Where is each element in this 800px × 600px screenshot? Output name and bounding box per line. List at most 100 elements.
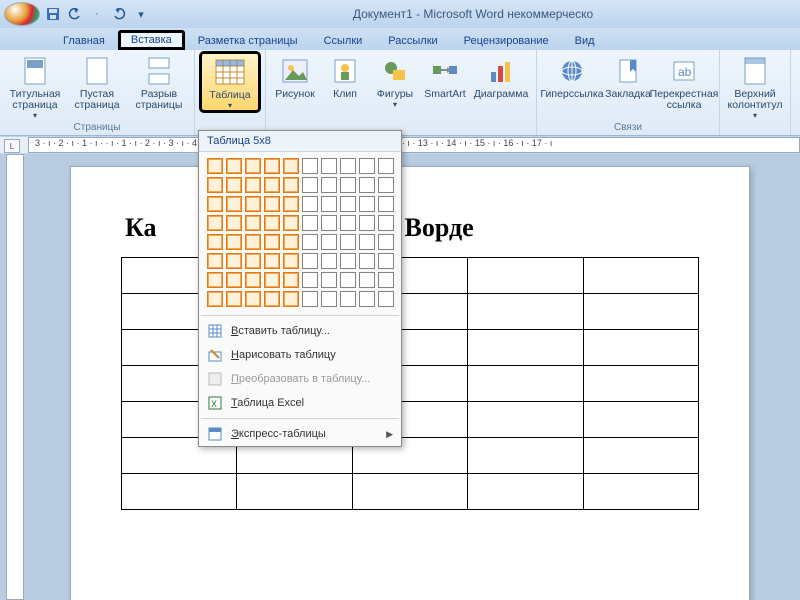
grid-picker-cell[interactable]: [245, 272, 261, 288]
qat-customize-icon[interactable]: ▾: [132, 5, 150, 23]
draw-table-item[interactable]: Нарисовать таблицу: [199, 343, 401, 367]
grid-picker-cell[interactable]: [378, 234, 394, 250]
table-cell[interactable]: [583, 330, 698, 366]
grid-picker-cell[interactable]: [207, 291, 223, 307]
grid-picker-cell[interactable]: [302, 215, 318, 231]
table-cell[interactable]: [583, 474, 698, 510]
vertical-ruler[interactable]: [6, 154, 24, 600]
grid-picker-cell[interactable]: [226, 291, 242, 307]
grid-picker-cell[interactable]: [359, 291, 375, 307]
grid-picker-cell[interactable]: [340, 196, 356, 212]
table-cell[interactable]: [583, 366, 698, 402]
picture-button[interactable]: Рисунок: [272, 53, 318, 109]
grid-picker-cell[interactable]: [245, 158, 261, 174]
grid-picker-cell[interactable]: [264, 158, 280, 174]
grid-picker-cell[interactable]: [283, 291, 299, 307]
grid-picker-cell[interactable]: [245, 215, 261, 231]
grid-picker-cell[interactable]: [378, 215, 394, 231]
grid-picker-cell[interactable]: [283, 215, 299, 231]
grid-picker-cell[interactable]: [226, 253, 242, 269]
grid-picker-cell[interactable]: [207, 272, 223, 288]
grid-picker-cell[interactable]: [302, 272, 318, 288]
table-cell[interactable]: [583, 294, 698, 330]
table-cell[interactable]: [468, 258, 583, 294]
table-cell[interactable]: [352, 474, 467, 510]
chart-button[interactable]: Диаграмма: [472, 53, 530, 109]
tab-review[interactable]: Рецензирование: [451, 31, 562, 50]
grid-picker-cell[interactable]: [264, 253, 280, 269]
grid-picker-cell[interactable]: [283, 234, 299, 250]
tab-home[interactable]: Главная: [50, 31, 118, 50]
tab-references[interactable]: Ссылки: [311, 31, 376, 50]
grid-picker-cell[interactable]: [245, 234, 261, 250]
grid-picker-cell[interactable]: [340, 234, 356, 250]
grid-picker-cell[interactable]: [378, 158, 394, 174]
grid-picker-cell[interactable]: [340, 215, 356, 231]
grid-picker-cell[interactable]: [321, 215, 337, 231]
grid-picker-cell[interactable]: [302, 177, 318, 193]
tab-view[interactable]: Вид: [562, 31, 608, 50]
table-cell[interactable]: [468, 330, 583, 366]
grid-picker-cell[interactable]: [226, 177, 242, 193]
table-cell[interactable]: [583, 438, 698, 474]
grid-picker-cell[interactable]: [321, 272, 337, 288]
grid-picker-cell[interactable]: [359, 253, 375, 269]
grid-picker-cell[interactable]: [207, 215, 223, 231]
grid-picker-cell[interactable]: [340, 291, 356, 307]
grid-picker-cell[interactable]: [207, 253, 223, 269]
grid-picker-cell[interactable]: [302, 291, 318, 307]
grid-picker-cell[interactable]: [359, 158, 375, 174]
grid-picker-cell[interactable]: [264, 272, 280, 288]
grid-picker-cell[interactable]: [245, 253, 261, 269]
header-button[interactable]: Верхний колонтитул ▾: [726, 53, 784, 120]
tab-insert[interactable]: Вставка: [118, 30, 185, 50]
grid-picker-cell[interactable]: [302, 158, 318, 174]
grid-picker-cell[interactable]: [283, 158, 299, 174]
table-button[interactable]: Таблица ▾: [201, 53, 259, 111]
table-cell[interactable]: [468, 474, 583, 510]
grid-picker-cell[interactable]: [378, 253, 394, 269]
table-cell[interactable]: [237, 474, 352, 510]
clip-button[interactable]: Клип: [322, 53, 368, 109]
grid-picker-cell[interactable]: [264, 215, 280, 231]
tab-mailings[interactable]: Рассылки: [375, 31, 450, 50]
excel-table-item[interactable]: X Таблица Excel: [199, 391, 401, 415]
table-cell[interactable]: [468, 366, 583, 402]
grid-picker-cell[interactable]: [283, 272, 299, 288]
grid-picker-cell[interactable]: [245, 291, 261, 307]
horizontal-ruler[interactable]: 3 · ı · 2 · ı · 1 · ı · · ı · 1 · ı · 2 …: [28, 137, 800, 153]
shapes-button[interactable]: Фигуры ▾: [372, 53, 418, 109]
grid-picker-cell[interactable]: [378, 291, 394, 307]
grid-picker-cell[interactable]: [340, 253, 356, 269]
grid-picker-cell[interactable]: [359, 177, 375, 193]
insert-table-item[interactable]: Вставить таблицу...: [199, 319, 401, 343]
smartart-button[interactable]: SmartArt: [422, 53, 468, 109]
grid-picker-cell[interactable]: [340, 158, 356, 174]
grid-picker-cell[interactable]: [264, 291, 280, 307]
bookmark-button[interactable]: Закладка: [605, 53, 651, 111]
grid-picker-cell[interactable]: [359, 215, 375, 231]
cover-page-button[interactable]: Титульная страница ▾: [6, 53, 64, 120]
save-icon[interactable]: [44, 5, 62, 23]
table-cell[interactable]: [468, 294, 583, 330]
grid-picker-cell[interactable]: [226, 196, 242, 212]
grid-picker-cell[interactable]: [378, 196, 394, 212]
table-cell[interactable]: [468, 402, 583, 438]
grid-picker-cell[interactable]: [359, 234, 375, 250]
grid-picker-cell[interactable]: [378, 177, 394, 193]
grid-picker-cell[interactable]: [207, 177, 223, 193]
grid-picker-cell[interactable]: [340, 177, 356, 193]
tab-layout[interactable]: Разметка страницы: [185, 31, 311, 50]
grid-picker-cell[interactable]: [264, 196, 280, 212]
tab-selector[interactable]: L: [4, 139, 20, 153]
document-page[interactable]: Каxxxxxxxxxxxxxxxxу в Ворде: [70, 166, 750, 600]
grid-picker-cell[interactable]: [321, 234, 337, 250]
grid-picker-cell[interactable]: [226, 158, 242, 174]
grid-picker-cell[interactable]: [207, 158, 223, 174]
table-cell[interactable]: [122, 474, 237, 510]
table-grid-picker[interactable]: [199, 152, 401, 312]
grid-picker-cell[interactable]: [226, 272, 242, 288]
grid-picker-cell[interactable]: [302, 253, 318, 269]
grid-picker-cell[interactable]: [321, 177, 337, 193]
grid-picker-cell[interactable]: [321, 291, 337, 307]
